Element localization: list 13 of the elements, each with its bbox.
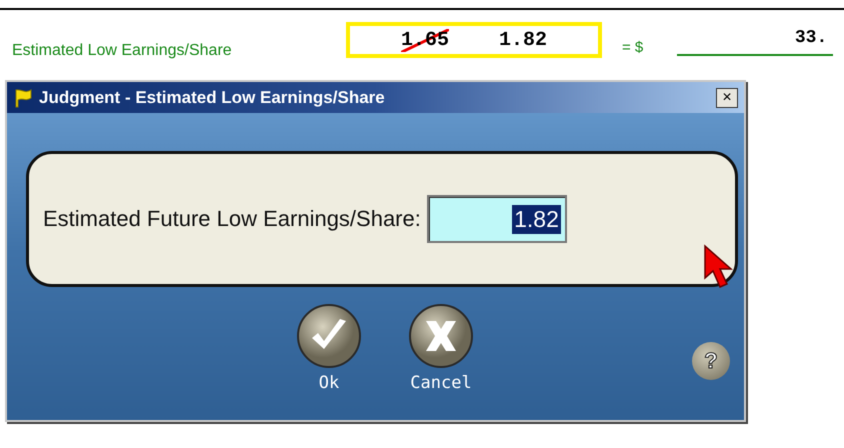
result-value: 33.: [677, 28, 834, 56]
x-icon: [408, 303, 474, 369]
input-field[interactable]: 1.82: [426, 195, 567, 243]
window-title: Judgment - Estimated Low Earnings/Share: [39, 88, 386, 108]
ok-button[interactable]: Ok: [296, 303, 362, 393]
flag-icon: [13, 88, 33, 108]
field-label: Estimated Future Low Earnings/Share:: [43, 206, 421, 232]
close-button[interactable]: ×: [716, 88, 738, 108]
estimate-value: 1.82: [499, 28, 548, 52]
cancel-button[interactable]: Cancel: [408, 303, 474, 393]
equals-label: = $: [622, 38, 644, 56]
checkmark-icon: [296, 303, 362, 369]
row-label: Estimated Low Earnings/Share: [12, 42, 233, 60]
